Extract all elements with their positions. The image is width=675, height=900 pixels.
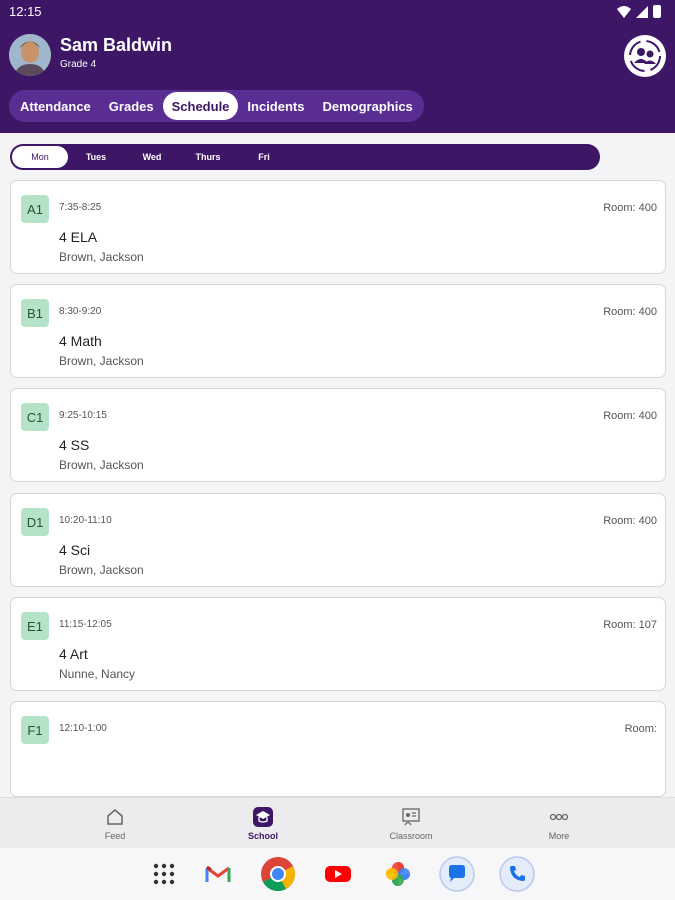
classroom-icon	[400, 806, 422, 828]
course-name: 4 Math	[59, 333, 102, 349]
student-grade: Grade 4	[60, 59, 97, 70]
period-badge: E1	[21, 612, 49, 640]
period-badge: D1	[21, 508, 49, 536]
photos-icon[interactable]	[380, 856, 416, 892]
app-header: 12:15 Sam Baldwin Grade 4 Attendance Gra…	[0, 0, 675, 133]
house-icon	[104, 806, 126, 828]
teacher-name: Brown, Jackson	[59, 354, 144, 368]
student-name: Sam Baldwin	[60, 35, 173, 55]
teacher-name: Brown, Jackson	[59, 458, 144, 472]
course-name: 4 SS	[59, 437, 90, 453]
nav-more[interactable]: More	[519, 806, 599, 841]
tab-schedule[interactable]: Schedule	[162, 92, 239, 120]
system-dock	[0, 848, 675, 900]
course-name: 4 Art	[59, 646, 88, 662]
period-time: 7:35-8:25	[59, 202, 102, 213]
period-badge: C1	[21, 403, 49, 431]
gmail-icon[interactable]	[200, 856, 236, 892]
teacher-name: Brown, Jackson	[59, 563, 144, 577]
nav-label: More	[548, 831, 570, 841]
tab-demographics[interactable]: Demographics	[313, 92, 421, 120]
nav-label: Classroom	[389, 831, 433, 841]
period-room: Room:	[624, 723, 657, 735]
course-name: 4 ELA	[59, 229, 98, 245]
day-fri[interactable]: Fri	[236, 146, 292, 168]
period-room: Room: 107	[603, 619, 657, 631]
period-badge: A1	[21, 195, 49, 223]
messages-icon[interactable]	[439, 856, 475, 892]
status-bar: 12:15	[0, 0, 675, 24]
schedule-card[interactable]: D1 10:20-11:10 Room: 400 4 Sci Brown, Ja…	[10, 493, 666, 587]
chrome-icon[interactable]	[260, 856, 296, 892]
day-thurs[interactable]: Thurs	[180, 146, 236, 168]
tab-attendance[interactable]: Attendance	[11, 92, 100, 120]
day-wed[interactable]: Wed	[124, 146, 180, 168]
nav-label: School	[247, 831, 278, 841]
schedule-card[interactable]: F1 12:10-1:00 Room:	[10, 701, 666, 797]
switch-student-button[interactable]	[624, 35, 666, 77]
status-time: 12:15	[9, 4, 42, 19]
teacher-name: Brown, Jackson	[59, 250, 144, 264]
avatar[interactable]	[9, 34, 51, 76]
nav-feed[interactable]: Feed	[75, 806, 155, 841]
course-name: 4 Sci	[59, 542, 91, 558]
period-room: Room: 400	[603, 515, 657, 527]
period-badge: B1	[21, 299, 49, 327]
app-drawer-icon[interactable]	[146, 856, 182, 892]
more-icon	[548, 806, 570, 828]
bottom-nav: Feed School Classroom More	[0, 797, 675, 848]
period-time: 9:25-10:15	[59, 410, 107, 421]
period-time: 10:20-11:10	[59, 515, 112, 526]
graduation-cap-icon	[252, 806, 274, 828]
section-tabs: Attendance Grades Schedule Incidents Dem…	[9, 90, 424, 122]
schedule-card[interactable]: B1 8:30-9:20 Room: 400 4 Math Brown, Jac…	[10, 284, 666, 378]
day-mon[interactable]: Mon	[12, 146, 68, 168]
battery-icon	[653, 5, 661, 18]
nav-label: Feed	[104, 831, 126, 841]
period-room: Room: 400	[603, 306, 657, 318]
nav-school[interactable]: School	[223, 806, 303, 841]
period-time: 11:15-12:05	[59, 619, 112, 630]
day-selector: Mon Tues Wed Thurs Fri	[10, 144, 600, 170]
period-badge: F1	[21, 716, 49, 744]
youtube-icon[interactable]	[320, 856, 356, 892]
wifi-icon	[617, 5, 631, 18]
tab-incidents[interactable]: Incidents	[238, 92, 313, 120]
switch-student-icon	[629, 40, 661, 72]
period-time: 8:30-9:20	[59, 306, 102, 317]
day-tues[interactable]: Tues	[68, 146, 124, 168]
schedule-card[interactable]: E1 11:15-12:05 Room: 107 4 Art Nunne, Na…	[10, 597, 666, 691]
signal-icon	[636, 5, 648, 18]
teacher-name: Nunne, Nancy	[59, 667, 136, 681]
tab-grades[interactable]: Grades	[100, 92, 163, 120]
nav-classroom[interactable]: Classroom	[371, 806, 451, 841]
schedule-card[interactable]: C1 9:25-10:15 Room: 400 4 SS Brown, Jack…	[10, 388, 666, 482]
period-room: Room: 400	[603, 202, 657, 214]
phone-icon[interactable]	[499, 856, 535, 892]
period-time: 12:10-1:00	[59, 723, 107, 734]
schedule-card[interactable]: A1 7:35-8:25 Room: 400 4 ELA Brown, Jack…	[10, 180, 666, 274]
status-icons	[617, 5, 661, 18]
period-room: Room: 400	[603, 410, 657, 422]
